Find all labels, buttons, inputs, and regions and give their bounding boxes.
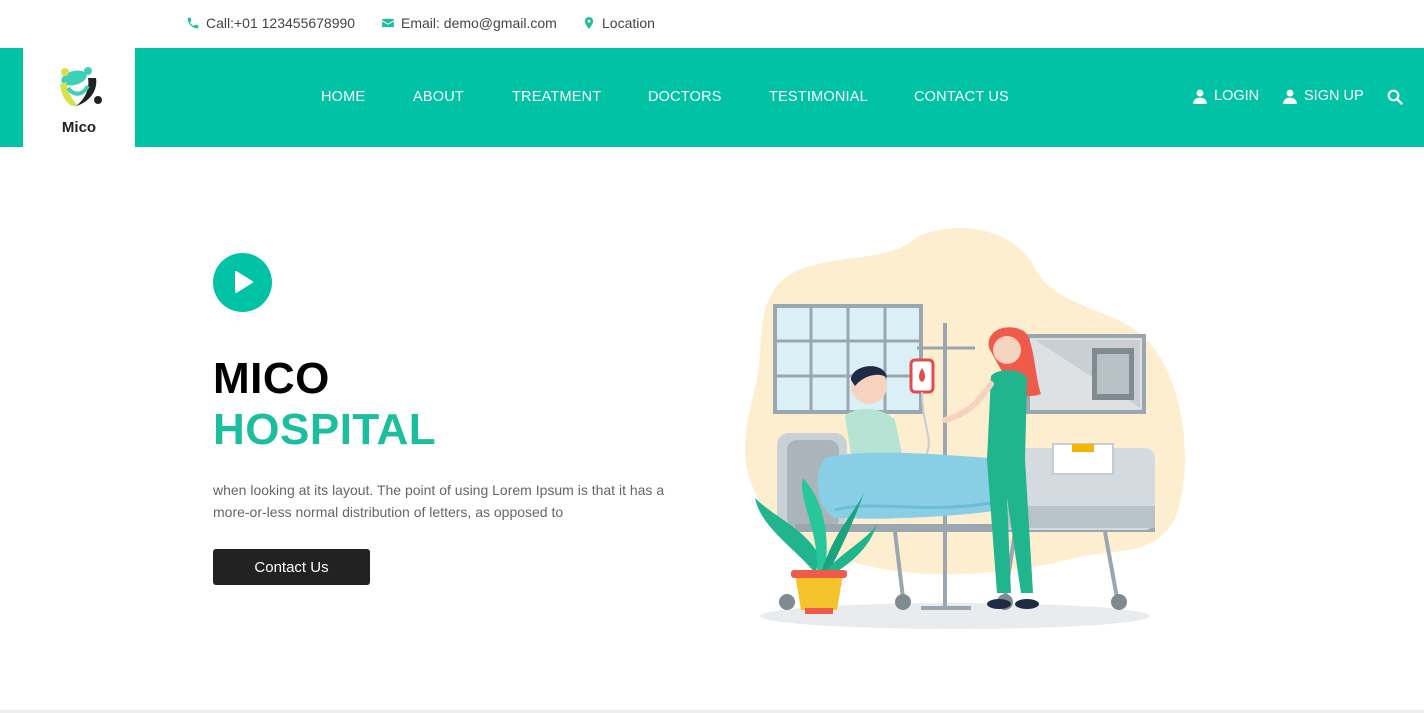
email-info[interactable]: Email: demo@gmail.com [381,14,557,32]
play-icon [235,271,253,293]
location-text: Location [602,15,655,31]
search-icon[interactable] [1387,89,1403,105]
phone-info[interactable]: Call:+01 123455678990 [186,14,355,32]
phone-text: Call:+01 123455678990 [206,15,356,31]
nav-doctors[interactable]: DOCTORS [648,89,722,105]
brand-logo[interactable]: Mico [23,48,135,147]
location-info[interactable]: Location [582,14,655,32]
signup-label: SIGN UP [1304,88,1364,104]
nav-treatment[interactable]: TREATMENT [512,89,601,105]
login-label: LOGIN [1214,88,1260,104]
user-icon [1283,89,1297,104]
brand-name: Mico [61,119,97,136]
login-link[interactable]: LOGIN [1193,88,1259,104]
hero-title-line2: HOSPITAL [213,405,437,454]
envelope-icon [382,18,394,28]
nav-contact-us[interactable]: CONTACT US [914,89,1009,105]
phone-icon [187,17,199,29]
hero-title-line1: MICO [213,354,330,403]
nav-testimonial[interactable]: TESTIMONIAL [769,89,868,105]
nav-about[interactable]: ABOUT [413,89,464,105]
signup-link[interactable]: SIGN UP [1283,88,1364,104]
mico-logo-icon [60,67,102,107]
hospital-illustration [745,228,1185,629]
email-text: Email: demo@gmail.com [401,15,557,31]
hero-description: when looking at its layout. The point of… [213,482,665,520]
play-video-button[interactable] [213,253,272,312]
nav-home[interactable]: HOME [321,89,365,105]
map-pin-icon [584,17,594,29]
user-icon [1193,89,1207,104]
top-info-bar: Call:+01 123455678990 Email: demo@gmail.… [0,0,1424,48]
contact-us-button[interactable]: Contact Us [213,549,370,585]
